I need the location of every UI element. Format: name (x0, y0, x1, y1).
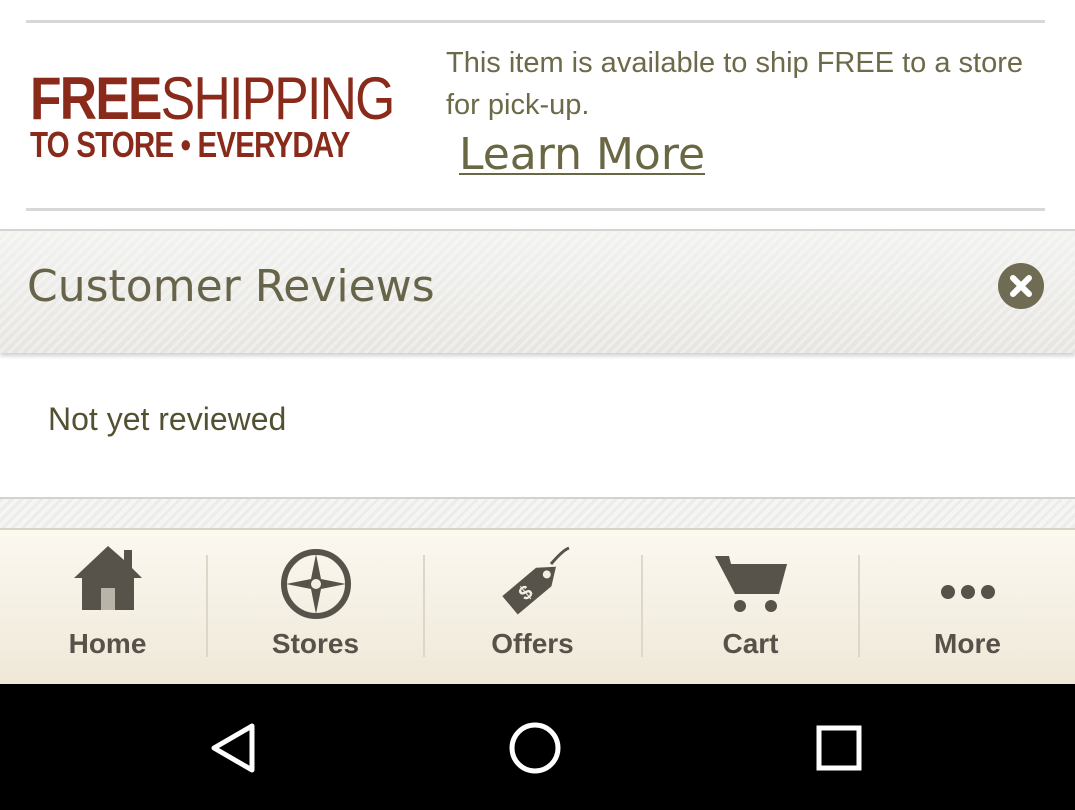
logo-subline: TO STORE • EVERYDAY (30, 124, 350, 165)
learn-more-link[interactable]: Learn More (459, 128, 705, 182)
close-icon[interactable] (998, 263, 1044, 309)
tab-more[interactable]: More (860, 530, 1075, 686)
cart-icon (714, 556, 787, 612)
top-divider (26, 20, 1045, 23)
promo-description: This item is available to ship FREE to a… (446, 47, 1024, 121)
tab-home-label: Home (68, 628, 147, 659)
tab-offers-label: Offers (491, 628, 574, 659)
more-dots-icon (940, 585, 995, 599)
tab-stores[interactable]: Stores (208, 530, 423, 686)
compass-icon (280, 549, 351, 619)
reviews-title: Customer Reviews (27, 261, 435, 312)
tab-cart-label: Cart (722, 628, 779, 659)
reviews-empty-message: Not yet reviewed (48, 401, 287, 437)
price-tag-icon: $ (501, 546, 570, 615)
bottom-tab-bar: Home Stores $ Offers Cart More (0, 528, 1075, 686)
tab-stores-label: Stores (271, 628, 360, 659)
logo-shipping-text: SHIPPING (160, 65, 396, 132)
logo-free-text: FREE (30, 65, 162, 132)
recents-icon[interactable] (804, 718, 874, 778)
back-icon[interactable] (200, 718, 270, 778)
section-bottom-strip (0, 497, 1075, 529)
tab-offers[interactable]: $ Offers (425, 530, 640, 686)
tab-home[interactable]: Home (0, 530, 215, 686)
tab-more-label: More (934, 628, 1001, 659)
free-shipping-logo: FREESHIPPING TO STORE • EVERYDAY (30, 69, 428, 165)
reviews-section-header[interactable]: Customer Reviews (0, 229, 1075, 353)
system-nav-bar (0, 684, 1075, 810)
tab-cart[interactable]: Cart (643, 530, 858, 686)
home-circle-icon[interactable] (500, 718, 570, 778)
promo-divider (26, 208, 1045, 211)
home-icon (73, 546, 142, 610)
